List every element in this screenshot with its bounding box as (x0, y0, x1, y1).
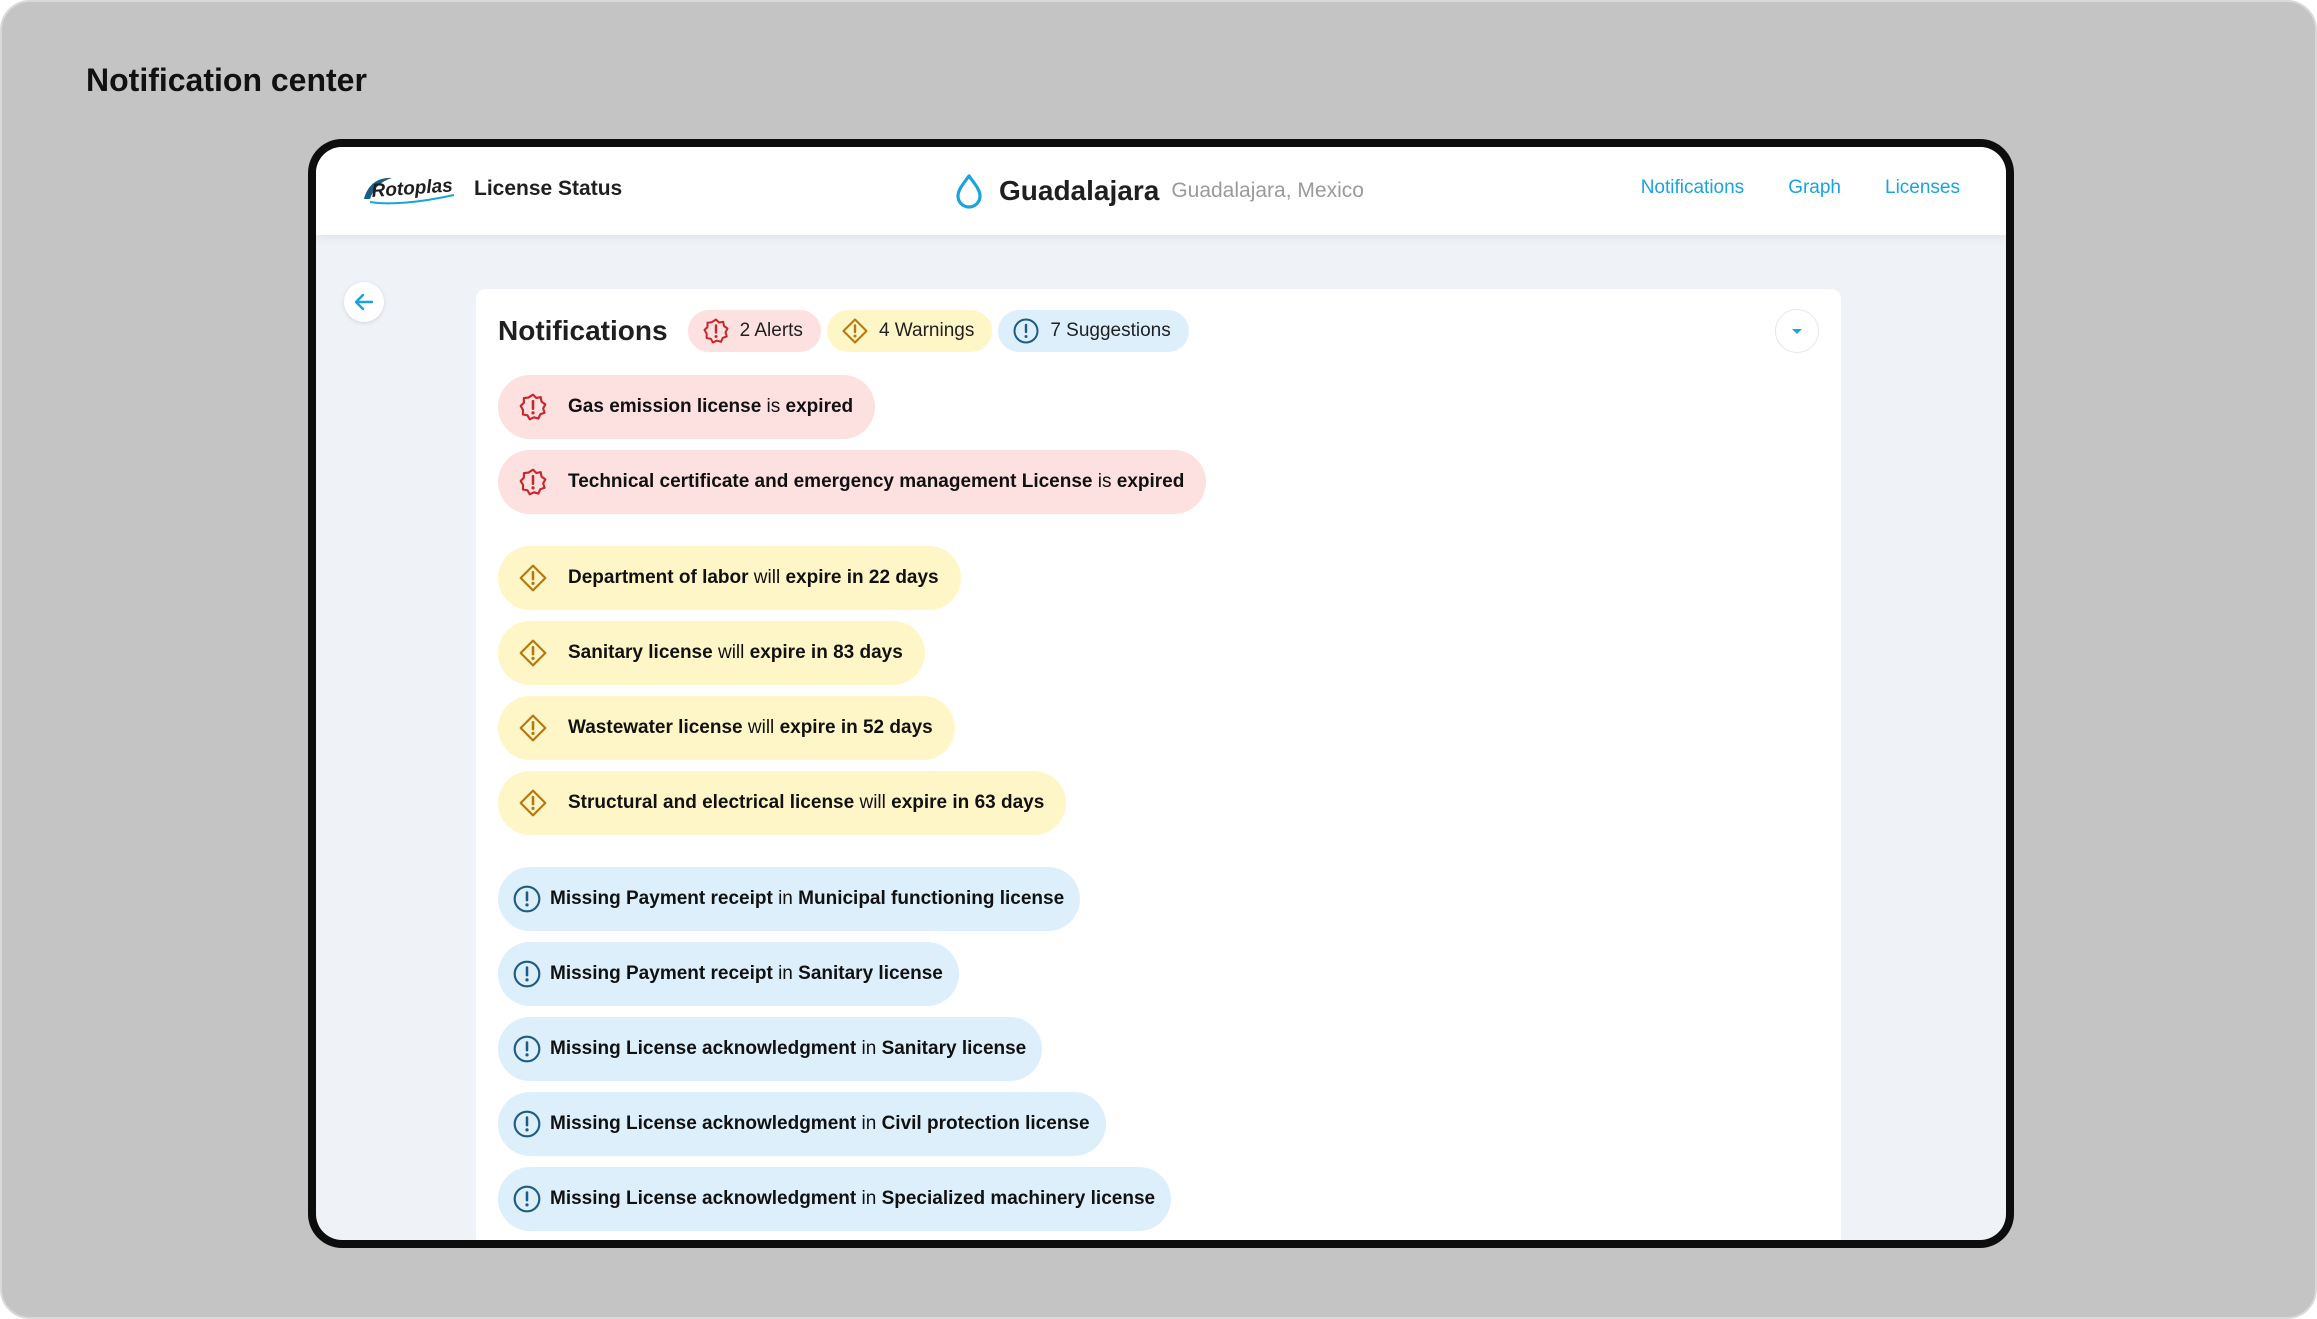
suggestion-status: Specialized machinery license (881, 1188, 1156, 1209)
back-button[interactable] (344, 282, 384, 322)
location-display: Guadalajara Guadalajara, Mexico (953, 169, 1364, 213)
suggestion-status: Sanitary license (881, 1038, 1027, 1059)
info-circle-icon (513, 1185, 541, 1213)
app-header: Rotoplas License Status Guadalajara Guad… (316, 147, 2006, 235)
warning-status: expire in 63 days (891, 792, 1045, 813)
suggestions-chip-label: 7 Suggestions (1050, 320, 1171, 341)
warning-item[interactable]: Department of labor will expire in 22 da… (498, 546, 961, 610)
info-circle-icon (513, 1110, 541, 1138)
suggestion-subject: Missing License acknowledgment (550, 1113, 857, 1134)
warning-diamond-icon (519, 564, 547, 592)
water-drop-icon (956, 174, 982, 209)
alert-subject: Gas emission license (568, 396, 762, 417)
top-nav: Notifications Graph Licenses (1641, 177, 1960, 199)
rotoplas-logo: Rotoplas (364, 175, 455, 205)
suggestion-status: Municipal functioning license (798, 888, 1065, 909)
suggestion-verb: in (772, 888, 799, 909)
nav-notifications[interactable]: Notifications (1641, 177, 1745, 199)
canvas-title: Notification center (86, 62, 367, 98)
suggestion-subject: Missing Payment receipt (550, 963, 773, 984)
suggestions-filter-chip[interactable]: 7 Suggestions (998, 310, 1189, 352)
notifications-panel: Notifications 2 Alerts 4 Warnings 7 Sugg… (476, 289, 1841, 1240)
suggestion-subject: Missing Payment receipt (550, 888, 773, 909)
suggestion-status: Sanitary license (798, 963, 943, 984)
panel-title: Notifications (498, 315, 668, 346)
warning-subject: Department of labor (568, 567, 749, 588)
suggestion-verb: in (856, 1188, 882, 1209)
alert-verb: is (761, 396, 786, 417)
nav-licenses[interactable]: Licenses (1885, 177, 1960, 199)
alert-item[interactable]: Technical certificate and emergency mana… (498, 450, 1207, 514)
warning-verb: will (712, 642, 750, 663)
suggestion-item[interactable]: Missing Payment receipt in Municipal fun… (498, 867, 1081, 931)
canvas: Notification center Rotoplas License Sta… (0, 0, 2317, 1319)
app-screen: Rotoplas License Status Guadalajara Guad… (316, 147, 2006, 1240)
suggestion-verb: in (856, 1038, 882, 1059)
collapse-button[interactable] (1775, 309, 1819, 353)
location-region: Guadalajara, Mexico (1171, 179, 1364, 202)
alert-badge-icon (519, 393, 547, 421)
warning-verb: will (748, 567, 786, 588)
suggestion-verb: in (856, 1113, 882, 1134)
warning-item[interactable]: Sanitary license will expire in 83 days (498, 621, 925, 685)
alerts-chip-label: 2 Alerts (739, 320, 803, 341)
chevron-down-icon (1792, 329, 1802, 334)
suggestion-item[interactable]: Missing License acknowledgment in Sanita… (498, 1017, 1043, 1081)
warning-subject: Structural and electrical license (568, 792, 855, 813)
alert-badge-icon (703, 318, 729, 344)
suggestion-verb: in (772, 963, 799, 984)
suggestion-item[interactable]: Missing License acknowledgment in Civil … (498, 1092, 1106, 1156)
device-frame: Rotoplas License Status Guadalajara Guad… (308, 139, 2014, 1248)
alert-status: expired (785, 396, 854, 417)
suggestion-status: Civil protection license (881, 1113, 1090, 1134)
warning-verb: will (742, 717, 780, 738)
suggestion-subject: Missing License acknowledgment (550, 1188, 857, 1209)
alert-verb: is (1092, 471, 1117, 492)
location-city: Guadalajara (999, 175, 1160, 206)
arrow-left-icon (354, 293, 374, 311)
info-circle-icon (1013, 318, 1039, 344)
warning-diamond-icon (519, 639, 547, 667)
warning-verb: will (854, 792, 892, 813)
warning-diamond-icon (842, 318, 868, 344)
alerts-filter-chip[interactable]: 2 Alerts (687, 310, 821, 352)
panel-header: Notifications 2 Alerts 4 Warnings 7 Sugg… (498, 309, 1195, 353)
info-circle-icon (513, 960, 541, 988)
warning-status: expire in 22 days (785, 567, 939, 588)
warning-status: expire in 52 days (779, 717, 933, 738)
info-circle-icon (513, 885, 541, 913)
warning-diamond-icon (519, 714, 547, 742)
suggestion-item[interactable]: Missing License acknowledgment in Specia… (498, 1167, 1172, 1231)
warnings-chip-label: 4 Warnings (878, 320, 975, 341)
warning-item[interactable]: Structural and electrical license will e… (498, 771, 1067, 835)
alert-badge-icon (519, 468, 547, 496)
warning-subject: Wastewater license (568, 717, 743, 738)
nav-graph[interactable]: Graph (1788, 177, 1841, 199)
warning-item[interactable]: Wastewater license will expire in 52 day… (498, 696, 955, 760)
suggestion-subject: Missing License acknowledgment (550, 1038, 857, 1059)
warning-subject: Sanitary license (568, 642, 713, 663)
app-title: License Status (474, 177, 623, 200)
warning-status: expire in 83 days (749, 642, 903, 663)
warning-diamond-icon (519, 789, 547, 817)
alert-item[interactable]: Gas emission license is expired (498, 375, 876, 439)
info-circle-icon (513, 1035, 541, 1063)
alert-subject: Technical certificate and emergency mana… (568, 471, 1093, 492)
alert-status: expired (1116, 471, 1185, 492)
warnings-filter-chip[interactable]: 4 Warnings (826, 310, 993, 352)
suggestion-item[interactable]: Missing Payment receipt in Sanitary lice… (498, 942, 959, 1006)
